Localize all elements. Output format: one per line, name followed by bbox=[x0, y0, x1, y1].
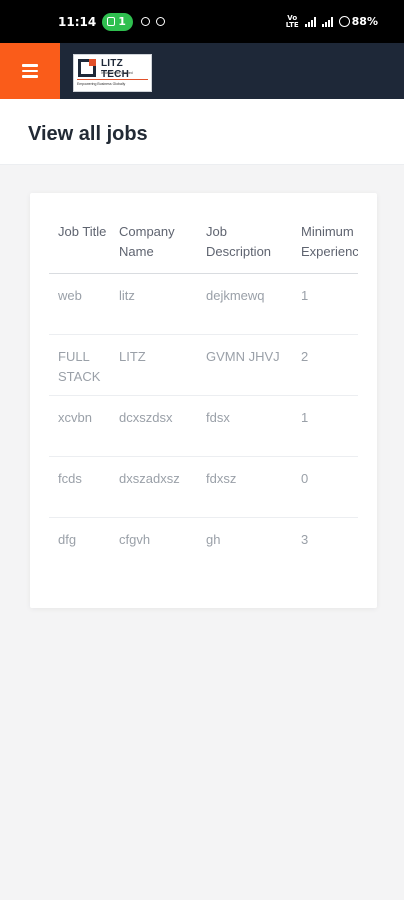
jobs-table: Job Title Company Name Job Description M… bbox=[49, 212, 358, 578]
battery-level: 88% bbox=[351, 15, 378, 28]
logo-name: LITZ TECH bbox=[101, 58, 130, 80]
hamburger-menu-button[interactable] bbox=[0, 43, 60, 99]
cell-job-description: gh bbox=[206, 531, 221, 547]
cell-company-name: LITZ bbox=[110, 334, 197, 396]
cell-job-title: xcvbn bbox=[49, 395, 110, 457]
battery-indicator: 88% bbox=[338, 15, 378, 28]
cell-job-title: web bbox=[49, 273, 110, 335]
battery-icon bbox=[338, 16, 350, 27]
table-row: xcvbn dcxszdsx fdsx 1 bbox=[49, 395, 358, 457]
logo-subline: Empowering Business Globally bbox=[77, 82, 126, 86]
table-row: dfg cfgvh gh 3 bbox=[49, 517, 358, 578]
cell-company-name: dxszadxsz bbox=[110, 456, 197, 518]
notification-icon bbox=[140, 17, 150, 26]
cell-minimum-experience: 3 bbox=[301, 531, 309, 547]
header-job-description: Job Description bbox=[197, 212, 292, 274]
jobs-card: Job Title Company Name Job Description M… bbox=[30, 193, 377, 608]
hamburger-menu-icon bbox=[22, 64, 38, 67]
signal-icon bbox=[321, 16, 333, 27]
table-header-row: Job Title Company Name Job Description M… bbox=[49, 212, 358, 274]
cell-job-title: dfg bbox=[58, 531, 77, 547]
cell-minimum-experience: 2 bbox=[292, 334, 358, 396]
ongoing-call-pill[interactable]: 1 bbox=[102, 12, 133, 31]
status-time: 11:14 bbox=[58, 14, 97, 29]
cell-company-name: litz bbox=[110, 273, 197, 335]
notification-icon bbox=[155, 17, 165, 26]
company-logo[interactable]: LITZ TECH India Private Limited Empoweri… bbox=[73, 54, 152, 92]
call-pill-count: 1 bbox=[118, 15, 126, 28]
cell-minimum-experience: 1 bbox=[292, 273, 358, 335]
page-header: View all jobs bbox=[0, 99, 404, 165]
logo-tagline: India Private Limited bbox=[101, 71, 133, 75]
cell-job-description: fdxsz bbox=[197, 456, 292, 518]
page-title: View all jobs bbox=[28, 123, 148, 145]
cell-job-description: fdsx bbox=[197, 395, 292, 457]
logo-mark-icon bbox=[78, 59, 96, 77]
phone-icon bbox=[107, 17, 116, 26]
logo-divider bbox=[77, 79, 148, 80]
cell-job-description: GVMN JHVJ bbox=[197, 334, 292, 396]
app-bar: LITZ TECH India Private Limited Empoweri… bbox=[0, 43, 404, 99]
cell-company-name: dcxszdsx bbox=[110, 395, 197, 457]
status-right: Vo LTE 88% bbox=[285, 13, 378, 29]
cell-job-title: FULL STACK bbox=[49, 334, 110, 396]
jobs-table-scroll[interactable]: Job Title Company Name Job Description M… bbox=[49, 212, 358, 578]
cell-minimum-experience: 1 bbox=[292, 395, 358, 457]
header-job-title: Job Title bbox=[49, 212, 110, 274]
cell-job-description: dejkmewq bbox=[197, 273, 292, 335]
signal-icon bbox=[304, 16, 316, 27]
table-row: fcds dxszadxsz fdxsz 0 bbox=[49, 456, 358, 518]
cell-job-title: fcds bbox=[49, 456, 110, 518]
header-minimum-experience: Minimum Experience bbox=[292, 212, 358, 274]
cell-company-name: cfgvh bbox=[119, 531, 151, 547]
volte-icon: Vo LTE bbox=[285, 13, 299, 29]
cell-minimum-experience: 0 bbox=[292, 456, 358, 518]
header-company-name: Company Name bbox=[110, 212, 197, 274]
table-row: web litz dejkmewq 1 bbox=[49, 273, 358, 335]
notification-icons bbox=[140, 17, 165, 26]
status-bar: 11:14 1 Vo LTE 88% bbox=[0, 0, 404, 43]
table-row: FULL STACK LITZ GVMN JHVJ 2 bbox=[49, 334, 358, 396]
